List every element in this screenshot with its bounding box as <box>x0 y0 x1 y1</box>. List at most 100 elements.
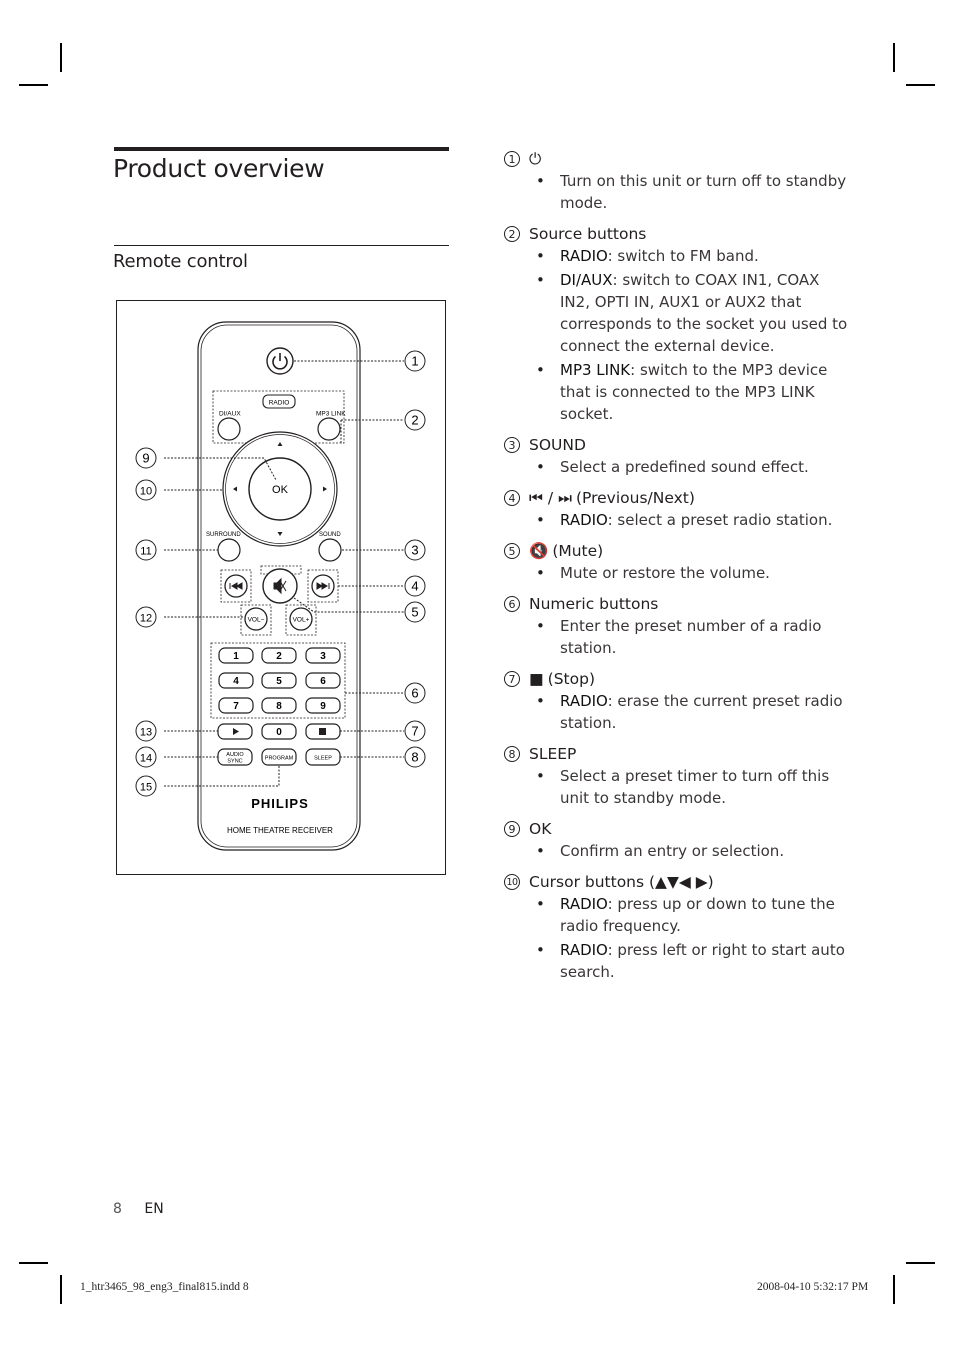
svg-text:MP3 LINK: MP3 LINK <box>316 411 346 418</box>
bullet-item: MP3 LINK: switch to the MP3 device that … <box>536 359 849 425</box>
number-key-label: 7 <box>233 701 239 712</box>
model-label: HOME THEATRE RECEIVER <box>227 826 333 835</box>
feature-bullets: Enter the preset number of a radio stati… <box>504 615 849 659</box>
feature-number: 3 <box>504 437 520 453</box>
feature-number: 9 <box>504 821 520 837</box>
feature-bullets: Turn on this unit or turn off to standby… <box>504 170 849 214</box>
bullet-item: Enter the preset number of a radio stati… <box>536 615 849 659</box>
bullet-item: Select a preset timer to turn off this u… <box>536 765 849 809</box>
callout-number: 2 <box>411 413 418 428</box>
number-key-label: 0 <box>276 727 282 738</box>
bullet-text: Enter the preset number of a radio stati… <box>560 617 822 657</box>
feature-label: Numeric buttons <box>529 595 659 613</box>
feature-heading: 1 ⏻ <box>504 148 849 170</box>
callout-number: 14 <box>140 753 152 765</box>
callout-number: 4 <box>411 579 418 594</box>
page-number: 8 <box>113 1201 122 1217</box>
bullet-text: : select a preset radio station. <box>607 511 833 529</box>
feature-bullets: RADIO: press up or down to tune the radi… <box>504 893 849 983</box>
title-rule <box>114 147 449 151</box>
remote-control-illustration: RADIO DI/AUX MP3 LINK OK SURROUND SOUND … <box>135 321 426 851</box>
number-key-label: 3 <box>320 651 326 662</box>
svg-text:RADIO: RADIO <box>269 400 290 407</box>
bullet-keyword: RADIO <box>560 692 608 710</box>
svg-text:SOUND: SOUND <box>319 532 341 538</box>
svg-text:VOL−: VOL− <box>248 617 265 624</box>
bullet-item: RADIO: press left or right to start auto… <box>536 939 849 983</box>
feature-label: (Stop) <box>547 670 595 688</box>
callout-number: 10 <box>140 486 152 498</box>
svg-text:AUDIO: AUDIO <box>226 752 244 758</box>
bullet-item: RADIO: select a preset radio station. <box>536 509 849 531</box>
feature-item: 8 SLEEP Select a preset timer to turn off … <box>504 743 849 809</box>
callout-number: 1 <box>411 354 418 369</box>
feature-item: 2 Source buttons RADIO: switch to FM band.… <box>504 223 849 425</box>
feature-label: SOUND <box>529 436 586 454</box>
feature-bullets: Select a preset timer to turn off this u… <box>504 765 849 809</box>
bullet-item: Confirm an entry or selection. <box>536 840 849 862</box>
mp3-link-button[interactable] <box>317 417 341 441</box>
feature-number: 1 <box>504 151 520 167</box>
surround-button[interactable] <box>217 538 241 562</box>
bullet-text: Turn on this unit or turn off to standby… <box>560 172 847 212</box>
callout-number: 11 <box>140 546 151 558</box>
bullet-text: Mute or restore the volume. <box>560 564 770 582</box>
feature-bullets: RADIO: erase the current preset radio st… <box>504 690 849 734</box>
page-title: Product overview <box>113 154 325 183</box>
bullet-text: : switch to FM band. <box>607 247 759 265</box>
crop-mark <box>906 84 935 86</box>
feature-bullets: Mute or restore the volume. <box>504 562 849 584</box>
feature-number: 4 <box>504 490 520 506</box>
callout-number: 15 <box>140 782 152 794</box>
feature-item: 10 Cursor buttons (▲▼◀ ▶) RADIO: press up … <box>504 871 849 983</box>
brand-logo: PHILIPS <box>251 796 309 811</box>
crop-mark <box>19 1262 48 1264</box>
bullet-keyword: RADIO <box>560 247 608 265</box>
feature-number: 10 <box>504 874 520 890</box>
bullet-item: RADIO: erase the current preset radio st… <box>536 690 849 734</box>
crop-mark <box>19 84 48 86</box>
bullet-text: Confirm an entry or selection. <box>560 842 785 860</box>
feature-item: 3 SOUND Select a predefined sound effect. <box>504 434 849 478</box>
feature-label: (Previous/Next) <box>575 489 695 507</box>
bullet-item: RADIO: press up or down to tune the radi… <box>536 893 849 937</box>
svg-text:VOL+: VOL+ <box>293 617 310 624</box>
feature-bullets: Select a predefined sound effect. <box>504 456 849 478</box>
feature-item: 9 OK Confirm an entry or selection. <box>504 818 849 862</box>
feature-number: 5 <box>504 543 520 559</box>
bullet-text: Select a predefined sound effect. <box>560 458 809 476</box>
callout-number: 8 <box>411 750 418 765</box>
callout-number: 3 <box>411 543 418 558</box>
crop-mark <box>906 1262 935 1264</box>
bullet-item: RADIO: switch to FM band. <box>536 245 849 267</box>
svg-text:SURROUND: SURROUND <box>206 532 241 538</box>
feature-label: SLEEP <box>529 745 577 763</box>
callout-number: 5 <box>411 605 418 620</box>
sound-button[interactable] <box>318 538 342 562</box>
feature-item: 7 ■(Stop) RADIO: erase the current preset … <box>504 668 849 734</box>
bullet-keyword: RADIO <box>560 511 608 529</box>
callout-number: 6 <box>411 686 418 701</box>
svg-text:OK: OK <box>272 484 289 496</box>
svg-text:PROGRAM: PROGRAM <box>265 756 294 762</box>
feature-item: 1⏻Turn on this unit or turn off to stand… <box>504 148 849 214</box>
bullet-keyword: DI/AUX <box>560 271 613 289</box>
number-key-label: 2 <box>276 651 282 662</box>
crop-mark <box>893 1275 895 1304</box>
feature-glyph-icon: ⏮ / ⏭ <box>529 489 572 507</box>
slug-timestamp: 2008-04-10 5:32:17 PM <box>757 1281 869 1293</box>
feature-heading: 8 SLEEP <box>504 743 849 765</box>
feature-heading: 9 OK <box>504 818 849 840</box>
bullet-item: Mute or restore the volume. <box>536 562 849 584</box>
feature-label: OK <box>529 820 552 838</box>
feature-label: Source buttons <box>529 225 647 243</box>
feature-label: Cursor buttons (▲▼◀ ▶) <box>529 873 714 891</box>
feature-item: 6 Numeric buttons Enter the preset number … <box>504 593 849 659</box>
di-aux-button[interactable] <box>217 417 241 441</box>
section-title: Remote control <box>113 251 248 272</box>
feature-number: 6 <box>504 596 520 612</box>
feature-heading: 5 🔇 (Mute) <box>504 540 849 562</box>
number-key-label: 9 <box>320 701 326 712</box>
callout-number: 7 <box>411 724 418 739</box>
feature-label: (Mute) <box>552 542 604 560</box>
